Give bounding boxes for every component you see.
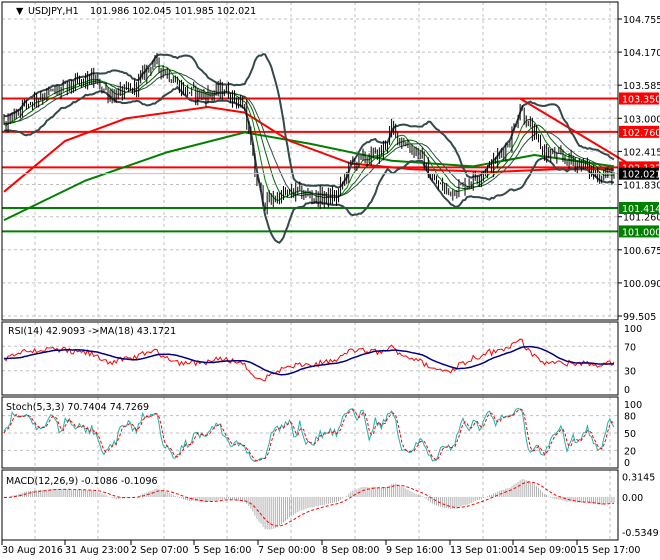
level-label: 102.760 <box>622 128 660 139</box>
price-label: 103.000 <box>623 114 660 125</box>
price-label: 104.755 <box>623 15 660 26</box>
time-label: 8 Sep 08:00 <box>322 545 379 556</box>
price-label: 102.415 <box>623 147 660 158</box>
main-price-panel <box>2 52 629 244</box>
grid <box>2 2 618 540</box>
stoch-tick: 80 <box>624 412 636 423</box>
level-label: 103.350 <box>622 94 660 105</box>
rsi-tick: 0 <box>624 385 630 396</box>
time-label: 14 Sep 09:00 <box>513 545 576 556</box>
ma-fast-line <box>3 65 615 201</box>
stoch-tick: 0 <box>624 458 630 469</box>
ma-red-line <box>3 105 614 193</box>
rsi-tick: 70 <box>624 342 636 353</box>
rsi-label: RSI(14) 42.9093 ->MA(18) 43.1721 <box>8 326 176 337</box>
ma-slow-line <box>3 68 615 198</box>
price-label: 100.675 <box>623 246 660 257</box>
time-label: 30 Aug 2016 <box>2 545 63 556</box>
stoch-tick: 50 <box>624 429 636 440</box>
panel-frame <box>1 1 619 321</box>
time-label: 5 Sep 16:00 <box>194 545 251 556</box>
price-label: 101.830 <box>623 180 660 191</box>
time-label: 7 Sep 00:00 <box>258 545 315 556</box>
time-label: 13 Sep 01:00 <box>450 545 513 556</box>
symbol-label: USDJPY,H1 <box>28 6 79 17</box>
stoch-signal-line <box>3 408 615 462</box>
time-label: 2 Sep 07:00 <box>131 545 188 556</box>
macd-tick: 0.3145 <box>622 473 655 484</box>
rsi-line <box>3 338 615 382</box>
stoch-main-line <box>3 408 615 463</box>
time-label: 15 Sep 17:00 <box>577 545 640 556</box>
ohlc-values: 101.986 102.045 101.985 102.021 <box>90 6 256 17</box>
time-label: 9 Sep 16:00 <box>386 545 443 556</box>
price-label: 100.090 <box>623 279 660 290</box>
stoch-tick: 100 <box>624 400 642 411</box>
macd-label: MACD(12,26,9) -0.1086 -0.1096 <box>6 476 158 487</box>
chart-canvas[interactable]: 30 Aug 2016 31 Aug 23:00 2 Sep 07:00 5 Sep … <box>0 0 660 560</box>
ma-green-line <box>3 131 615 222</box>
chart-window[interactable]: 30 Aug 2016 31 Aug 23:00 2 Sep 07:00 5 Sep … <box>0 0 660 560</box>
level-label: 101.000 <box>622 227 660 238</box>
macd-tick: -0.5349 <box>622 528 659 539</box>
rsi-tick: 30 <box>624 367 636 378</box>
level-label: 101.414 <box>622 204 660 215</box>
rsi-tick: 100 <box>624 324 642 335</box>
indicator-panels <box>3 338 615 530</box>
triangle-icon[interactable]: ▼ <box>16 6 24 17</box>
price-label: 104.170 <box>623 48 660 59</box>
price-label: 103.585 <box>623 81 660 92</box>
stoch-label: Stoch(5,3,3) 70.7404 74.7269 <box>6 402 149 413</box>
price-label: 99.505 <box>623 312 656 323</box>
current-price-label: 102.021 <box>622 170 660 181</box>
stoch-tick: 20 <box>624 446 636 457</box>
time-label: 31 Aug 23:00 <box>65 545 129 556</box>
macd-tick: 0.00 <box>622 493 643 504</box>
